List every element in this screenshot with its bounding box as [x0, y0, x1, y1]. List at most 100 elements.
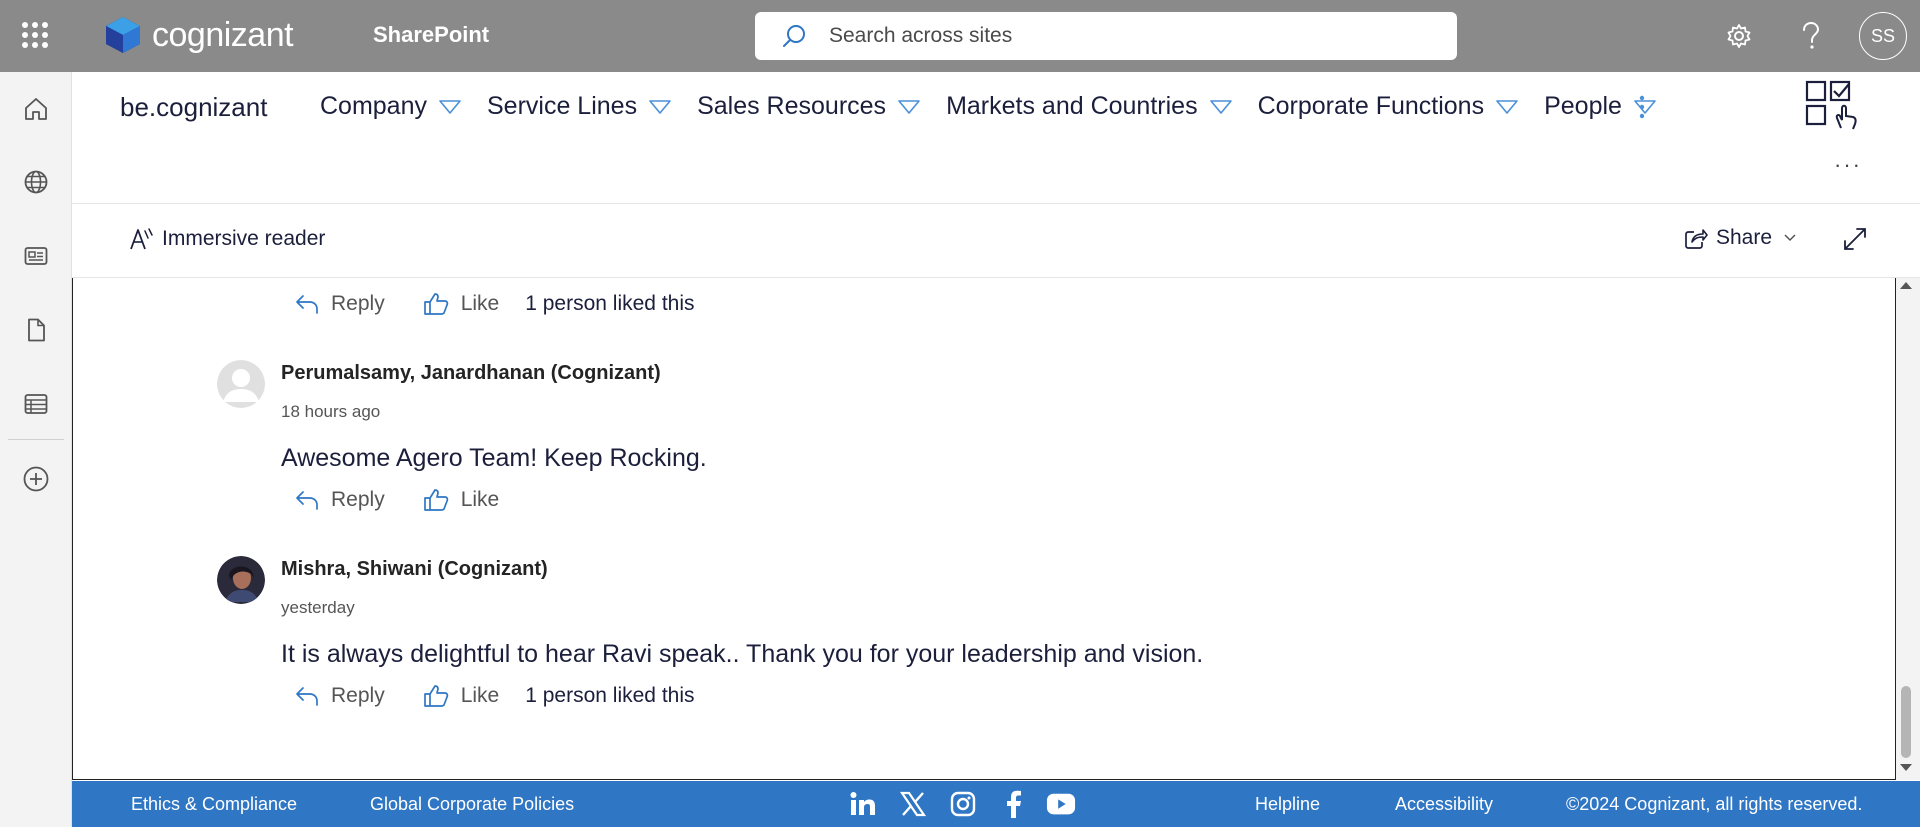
- reply-icon: [296, 295, 318, 314]
- like-button[interactable]: Like: [423, 684, 500, 708]
- app-bar-divider: [8, 439, 64, 440]
- nav-item-company[interactable]: Company: [320, 92, 461, 121]
- linkedin-icon[interactable]: [848, 790, 878, 818]
- share-button[interactable]: Share: [1684, 226, 1796, 250]
- nav-item-markets-and-countries[interactable]: Markets and Countries: [946, 92, 1232, 121]
- immersive-reader-label: Immersive reader: [162, 227, 326, 250]
- like-count[interactable]: 1 person liked this: [525, 684, 694, 708]
- share-label: Share: [1716, 226, 1773, 249]
- chevron-down-icon: [649, 99, 671, 114]
- vertical-scrollbar[interactable]: [1896, 278, 1920, 780]
- chevron-down-icon: [1209, 99, 1232, 114]
- immersive-reader-button[interactable]: Immersive reader: [128, 226, 325, 252]
- like-icon: [423, 293, 448, 315]
- nav-item-service-lines[interactable]: Service Lines: [487, 92, 671, 121]
- chevron-down-icon: [1784, 234, 1796, 242]
- list-icon[interactable]: [18, 386, 54, 422]
- reply-button[interactable]: Reply: [295, 684, 385, 708]
- approvals-app-icon[interactable]: [1805, 80, 1859, 132]
- reply-icon: [296, 687, 318, 706]
- comment-actions: Reply Like: [295, 488, 537, 512]
- nav-label: Service Lines: [487, 92, 638, 120]
- news-icon[interactable]: [18, 238, 54, 274]
- avatar[interactable]: [217, 556, 265, 604]
- comments-section: Reply Like 1 person liked this Perumalsa…: [72, 278, 1896, 780]
- like-label: Like: [460, 488, 500, 511]
- document-icon[interactable]: [18, 312, 54, 348]
- comment-actions: Reply Like 1 person liked this: [295, 292, 695, 316]
- reply-button[interactable]: Reply: [295, 292, 385, 316]
- reply-label: Reply: [331, 292, 385, 315]
- facebook-icon[interactable]: [998, 790, 1028, 818]
- footer-link-helpline[interactable]: Helpline: [1255, 794, 1320, 815]
- globe-icon[interactable]: [18, 164, 54, 200]
- nav-item-sales-resources[interactable]: Sales Resources: [697, 92, 920, 121]
- comment-text: It is always delightful to hear Ravi spe…: [281, 640, 1204, 668]
- reply-label: Reply: [331, 684, 385, 707]
- x-icon[interactable]: [898, 790, 928, 818]
- comment-actions: Reply Like 1 person liked this: [295, 684, 695, 708]
- app-name[interactable]: SharePoint: [373, 22, 489, 48]
- nav-more-vertical-ellipsis-icon[interactable]: [1630, 92, 1654, 122]
- footer: Ethics & Compliance Global Corporate Pol…: [72, 781, 1920, 827]
- reply-icon: [296, 491, 318, 510]
- home-icon[interactable]: [18, 91, 54, 127]
- comment-time: 18 hours ago: [281, 402, 381, 421]
- reply-button[interactable]: Reply: [295, 488, 385, 512]
- chevron-down-icon: [898, 99, 920, 114]
- search-icon: [783, 25, 805, 47]
- scroll-up-arrow-icon[interactable]: [1900, 282, 1912, 289]
- comment-author[interactable]: Perumalsamy, Janardhanan (Cognizant): [281, 362, 661, 385]
- footer-link-ethics[interactable]: Ethics & Compliance: [131, 794, 297, 815]
- nav-label: People: [1544, 92, 1622, 120]
- copyright-text: ©2024 Cognizant, all rights reserved.: [1566, 794, 1863, 814]
- like-button[interactable]: Like: [423, 488, 500, 512]
- scroll-down-arrow-icon[interactable]: [1900, 764, 1912, 771]
- like-label: Like: [460, 684, 500, 707]
- search-placeholder: Search across sites: [829, 24, 1013, 47]
- comment-author[interactable]: Mishra, Shiwani (Cognizant): [281, 558, 548, 581]
- default-person-avatar-icon: [217, 360, 265, 408]
- immersive-reader-icon: [130, 228, 153, 250]
- app-bar: [0, 72, 72, 827]
- reply-label: Reply: [331, 488, 385, 511]
- suite-bar: cognizant SharePoint Search across sites…: [0, 0, 1920, 72]
- like-icon: [423, 489, 448, 511]
- footer-link-policies[interactable]: Global Corporate Policies: [370, 794, 574, 815]
- chevron-down-icon: [1496, 99, 1518, 114]
- help-icon[interactable]: [1793, 18, 1829, 54]
- nav-item-corporate-functions[interactable]: Corporate Functions: [1258, 92, 1519, 121]
- scrollbar-thumb[interactable]: [1901, 686, 1911, 758]
- app-launcher-waffle-icon[interactable]: [22, 22, 48, 48]
- user-photo-avatar-icon: [217, 556, 265, 604]
- site-title[interactable]: be.cognizant: [120, 92, 267, 123]
- youtube-icon[interactable]: [1046, 790, 1076, 818]
- settings-icon[interactable]: [1721, 18, 1757, 54]
- comment-text: Awesome Agero Team! Keep Rocking.: [281, 444, 707, 472]
- site-navigation: Company Service Lines Sales Resources Ma…: [320, 92, 1682, 121]
- like-icon: [423, 685, 448, 707]
- command-bar: Immersive reader Share: [72, 204, 1920, 278]
- footer-link-accessibility[interactable]: Accessibility: [1395, 794, 1493, 815]
- like-count[interactable]: 1 person liked this: [525, 292, 694, 316]
- cognizant-logo[interactable]: cognizant: [102, 14, 294, 56]
- share-icon: [1685, 229, 1708, 249]
- nav-label: Markets and Countries: [946, 92, 1198, 120]
- add-icon[interactable]: [18, 461, 54, 497]
- header-more-options-icon[interactable]: ···: [1834, 152, 1862, 178]
- site-header: be.cognizant Company Service Lines Sales…: [72, 72, 1920, 204]
- instagram-icon[interactable]: [948, 790, 978, 818]
- expand-icon[interactable]: [1842, 226, 1868, 257]
- like-label: Like: [460, 292, 500, 315]
- nav-label: Corporate Functions: [1257, 92, 1485, 120]
- avatar[interactable]: [217, 360, 265, 408]
- comment-time: yesterday: [281, 598, 355, 617]
- logo-text: cognizant: [152, 15, 294, 54]
- cognizant-logo-mark-icon: [106, 17, 140, 53]
- user-avatar[interactable]: SS: [1859, 12, 1907, 60]
- like-button[interactable]: Like: [423, 292, 500, 316]
- nav-label: Sales Resources: [697, 92, 887, 120]
- search-input[interactable]: Search across sites: [755, 12, 1457, 60]
- chevron-down-icon: [439, 99, 461, 114]
- nav-label: Company: [320, 92, 427, 120]
